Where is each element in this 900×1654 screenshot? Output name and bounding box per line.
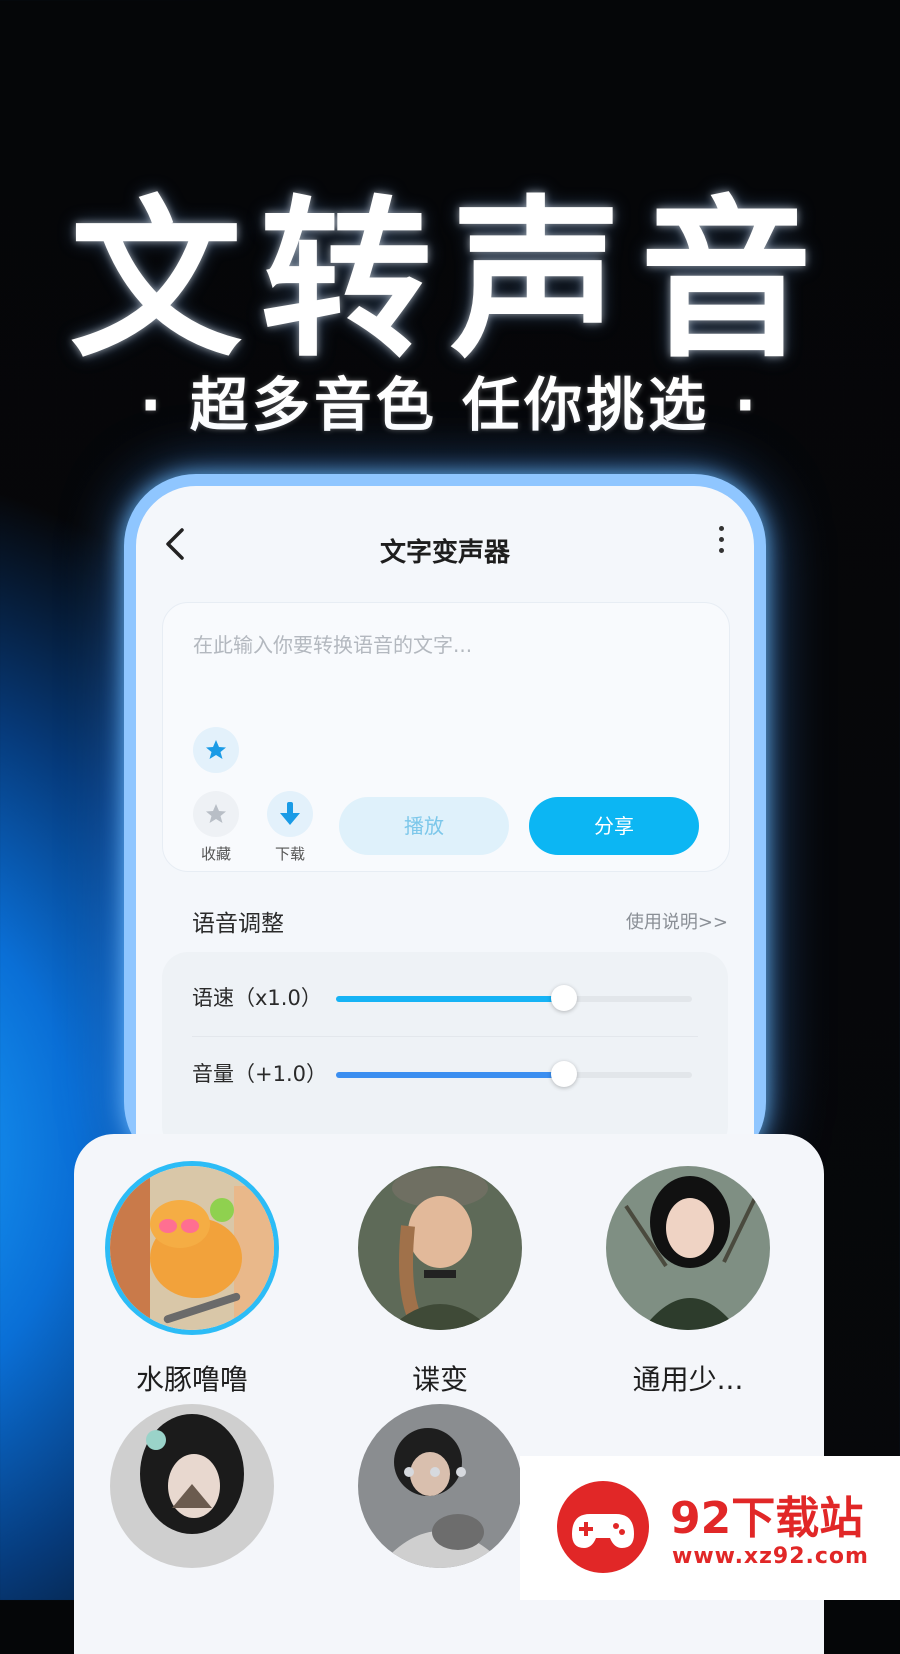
voice-avatar: [110, 1166, 274, 1330]
speed-slider[interactable]: [336, 985, 692, 1011]
section-title: 语音调整: [192, 911, 284, 937]
download-label: 下载: [274, 845, 305, 863]
star-outline-icon: [206, 804, 226, 823]
favorite-button[interactable]: [193, 791, 239, 837]
voice-item[interactable]: 通用少...: [598, 1166, 778, 1398]
watermark: 92下载站 www.xz92.com: [520, 1456, 900, 1600]
watermark-url: www.xz92.com: [672, 1544, 869, 1569]
voice-adjust-panel: 语速（x1.0） 音量（+1.0）: [162, 952, 728, 1152]
portrait-avatar-icon: [110, 1404, 274, 1568]
portrait-avatar-icon: [358, 1166, 522, 1330]
voice-item[interactable]: [350, 1404, 530, 1568]
volume-slider[interactable]: [336, 1061, 692, 1087]
voice-name: 通用少...: [632, 1363, 744, 1396]
carousel-dots: [404, 1462, 482, 1481]
watermark-title: 92下载站: [670, 1493, 864, 1544]
voice-item[interactable]: [102, 1404, 282, 1568]
more-options-icon[interactable]: [716, 526, 726, 562]
text-input[interactable]: 在此输入你要转换语音的文字...: [193, 629, 472, 658]
volume-slider-knob[interactable]: [550, 1061, 577, 1087]
voice-name: 水豚噜噜: [135, 1363, 248, 1396]
portrait-avatar-icon: [606, 1166, 770, 1330]
volume-row: 音量（+1.0）: [162, 1042, 728, 1102]
voice-star-button[interactable]: [193, 727, 239, 773]
text-input-card: 在此输入你要转换语音的文字... 收藏 下载 播放 分享: [162, 602, 730, 872]
voice-avatar: [358, 1404, 522, 1568]
divider: [192, 1036, 698, 1037]
portrait-avatar-icon: [358, 1404, 522, 1568]
star-icon: [206, 740, 226, 759]
app-topbar: 文字变声器: [136, 486, 754, 596]
subheadline: · 超多音色 任你挑选 ·: [139, 371, 761, 439]
download-button[interactable]: [267, 791, 313, 837]
instructions-link[interactable]: 使用说明>>: [626, 908, 728, 934]
download-icon: [280, 802, 300, 825]
speed-row: 语速（x1.0）: [162, 966, 728, 1026]
voice-avatar: [606, 1166, 770, 1330]
speed-slider-knob[interactable]: [550, 985, 577, 1011]
speed-slider-fill: [336, 996, 564, 1002]
voice-item[interactable]: 谍变: [350, 1166, 530, 1398]
phone-frame: 文字变声器 在此输入你要转换语音的文字... 收藏 下载 播放 分享 语音调整 …: [124, 474, 766, 1174]
voice-name: 谍变: [411, 1363, 468, 1396]
voice-avatar: [110, 1404, 274, 1568]
volume-label: 音量（+1.0）: [192, 1062, 327, 1086]
share-button[interactable]: 分享: [529, 797, 699, 855]
app-screen: 文字变声器 在此输入你要转换语音的文字... 收藏 下载 播放 分享 语音调整 …: [136, 486, 754, 1174]
voice-item[interactable]: 水豚噜噜: [102, 1166, 282, 1398]
volume-slider-fill: [336, 1072, 564, 1078]
capybara-avatar-icon: [110, 1166, 274, 1330]
voice-avatar: [358, 1166, 522, 1330]
page-title: 文字变声器: [379, 538, 510, 568]
headline: 文转声音: [70, 180, 830, 381]
gamepad-logo-icon: [554, 1478, 652, 1576]
play-button[interactable]: 播放: [339, 797, 509, 855]
speed-label: 语速（x1.0）: [192, 986, 322, 1010]
favorite-label: 收藏: [200, 845, 231, 863]
